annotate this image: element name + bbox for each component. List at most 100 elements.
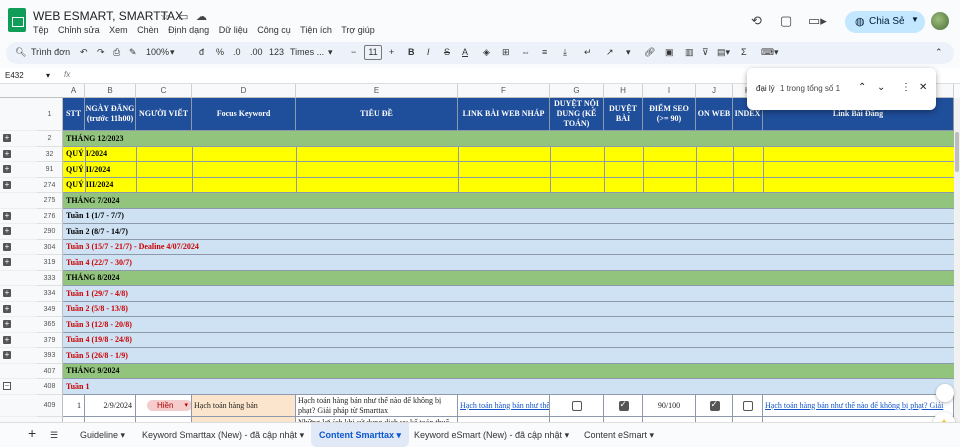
header-draft-link[interactable]: LINK BÀI WEB NHÁP xyxy=(458,98,550,131)
cell[interactable] xyxy=(550,394,604,417)
cell[interactable] xyxy=(604,394,643,417)
horizontal-align-icon[interactable]: ≡ xyxy=(542,47,547,57)
row-number[interactable]: 2 xyxy=(37,131,63,147)
menu-insert[interactable]: Chèn xyxy=(137,25,159,35)
collapse-group-icon[interactable]: − xyxy=(3,382,11,390)
comments-icon[interactable]: ▢ xyxy=(780,13,792,29)
strikethrough-button[interactable]: S xyxy=(444,47,450,57)
column-header-g[interactable]: G xyxy=(550,84,604,98)
currency-button[interactable]: đ xyxy=(199,47,204,57)
expand-group-icon[interactable]: + xyxy=(3,134,11,142)
header-seo[interactable]: ĐIỂM SEO (>= 90) xyxy=(643,98,696,131)
header-title[interactable]: TIÊU ĐỀ xyxy=(296,98,458,131)
functions-icon[interactable]: Σ xyxy=(741,47,747,57)
group-band[interactable]: Tuần 2 (8/7 - 14/7) xyxy=(63,224,954,240)
group-band[interactable]: Tuần 3 (15/7 - 21/7) - Dealine 4/07/2024 xyxy=(63,239,954,255)
cell[interactable]: Hạch toán hàng bán như thế nào để không … xyxy=(296,394,458,417)
header-stt[interactable]: STT xyxy=(63,98,85,131)
row-number[interactable]: 334 xyxy=(37,286,63,302)
more-formats-icon[interactable]: ▾ xyxy=(626,47,631,58)
vertical-align-icon[interactable]: ⤓ xyxy=(563,47,567,58)
writer-dropdown[interactable]: Hiền xyxy=(147,399,191,411)
expand-group-icon[interactable]: + xyxy=(3,335,11,344)
chevron-down-icon[interactable]: ▾ xyxy=(328,47,333,58)
version-history-icon[interactable]: ⟲ xyxy=(751,13,762,29)
italic-button[interactable]: I xyxy=(427,47,430,57)
print-icon[interactable]: ⎙ xyxy=(113,47,120,58)
group-band[interactable]: QUÝ III/2024 xyxy=(63,177,954,193)
group-band[interactable]: QUÝ II/2024 xyxy=(63,162,954,178)
group-band[interactable]: THÁNG 7/2024 xyxy=(63,193,954,209)
expand-group-icon[interactable]: + xyxy=(3,227,11,235)
cloud-status-icon[interactable]: ☁ xyxy=(196,10,207,23)
checkbox[interactable] xyxy=(709,399,720,411)
close-icon[interactable]: ✕ xyxy=(919,82,927,93)
row-number[interactable]: 408 xyxy=(37,379,63,395)
star-icon[interactable]: ☆ xyxy=(160,10,170,23)
column-header-c[interactable]: C xyxy=(136,84,192,98)
filter-views-icon[interactable]: ▤▾ xyxy=(717,47,730,58)
group-band[interactable]: Tuần 5 (26/8 - 1/9) xyxy=(63,348,954,364)
menu-format[interactable]: Định dạng xyxy=(168,25,209,35)
cell[interactable]: Hạch toán hàng bán như thế xyxy=(458,394,550,417)
checkbox[interactable] xyxy=(572,400,582,411)
avatar[interactable] xyxy=(931,12,949,30)
menu-edit[interactable]: Chỉnh sửa xyxy=(58,25,100,35)
column-header-f[interactable]: F xyxy=(458,84,550,98)
header-content-ok[interactable]: DUYỆT NỘI DUNG (KẾ TOÁN) xyxy=(550,98,604,131)
group-band[interactable]: QUÝ I/2024 xyxy=(63,146,954,162)
fill-color-icon[interactable]: ◈ xyxy=(483,47,490,58)
column-header-a[interactable]: A xyxy=(63,84,85,98)
expand-group-icon[interactable]: + xyxy=(3,149,11,158)
collapse-toolbar-icon[interactable]: ⌃ xyxy=(935,47,943,58)
header-date[interactable]: NGÀY ĐĂNG (trước 11h00) xyxy=(85,98,136,131)
row-number[interactable]: 32 xyxy=(37,146,63,162)
expand-group-icon[interactable]: + xyxy=(3,242,11,251)
expand-group-icon[interactable]: + xyxy=(3,304,11,313)
borders-icon[interactable]: ⊞ xyxy=(502,47,510,58)
spreadsheet-grid[interactable]: ABCDEFGHIJKL 1STTNGÀY ĐĂNG (trước 11h00)… xyxy=(0,84,954,422)
tab-content-smarttax[interactable]: Content Smarttax ▾ xyxy=(311,423,410,447)
column-header-i[interactable]: I xyxy=(643,84,696,98)
group-band[interactable]: Tuần 4 (22/7 - 30/7) xyxy=(63,255,954,271)
text-color-button[interactable]: A xyxy=(462,47,468,57)
group-band[interactable]: THÁNG 12/2023 xyxy=(63,131,954,147)
input-tools-icon[interactable]: ⌨▾ xyxy=(761,47,779,58)
insert-comment-icon[interactable]: ▣ xyxy=(665,47,674,58)
menu-file[interactable]: Tệp xyxy=(33,25,49,35)
row-number[interactable]: 409 xyxy=(37,394,63,417)
column-header-b[interactable]: B xyxy=(85,84,136,98)
group-band[interactable]: Tuần 2 (5/8 - 13/8) xyxy=(63,301,954,317)
row-number[interactable]: 349 xyxy=(37,301,63,317)
chevron-down-icon[interactable]: ▾ xyxy=(170,47,175,58)
undo-icon[interactable]: ↶ xyxy=(80,47,88,58)
row-number[interactable]: 276 xyxy=(37,208,63,224)
group-band[interactable]: Tuần 3 (12/8 - 20/8) xyxy=(63,317,954,333)
text-rotation-icon[interactable]: ↗ xyxy=(606,47,614,58)
menu-help[interactable]: Trợ giúp xyxy=(341,25,375,35)
name-box[interactable]: E432 xyxy=(5,71,24,80)
row-number[interactable]: 379 xyxy=(37,332,63,348)
cell[interactable] xyxy=(733,394,763,417)
cell[interactable]: 2/9/2024 xyxy=(85,394,136,417)
chevron-down-icon[interactable]: ▾ xyxy=(46,71,50,80)
cell[interactable]: Hạch toán hàng bán xyxy=(192,394,296,417)
tab-keyword-esmart[interactable]: Keyword eSmart (New) - đã cập nhật ▾ xyxy=(406,423,577,447)
menu-view[interactable]: Xem xyxy=(109,25,128,35)
text-wrap-icon[interactable]: ↵ xyxy=(584,47,592,58)
all-sheets-button[interactable]: ☰ xyxy=(42,423,66,447)
expand-group-icon[interactable]: + xyxy=(3,211,11,220)
percent-button[interactable]: % xyxy=(216,47,224,57)
group-band[interactable]: Tuần 1 (1/7 - 7/7) xyxy=(63,208,954,224)
scrollbar-thumb[interactable] xyxy=(955,132,959,172)
row-number[interactable]: 304 xyxy=(37,239,63,255)
row-number[interactable]: 393 xyxy=(37,348,63,364)
group-band[interactable]: Tuần 4 (19/8 - 24/8) xyxy=(63,332,954,348)
row-number[interactable]: 333 xyxy=(37,270,63,286)
share-button[interactable]: ◍ Chia Sẻ ▼ xyxy=(845,11,925,33)
cell[interactable] xyxy=(696,394,733,417)
column-header-d[interactable]: D xyxy=(192,84,296,98)
find-prev-icon[interactable]: ⌃ xyxy=(858,82,866,93)
group-band[interactable]: Tuần 1 (29/7 - 4/8) xyxy=(63,286,954,302)
column-header-e[interactable]: E xyxy=(296,84,458,98)
